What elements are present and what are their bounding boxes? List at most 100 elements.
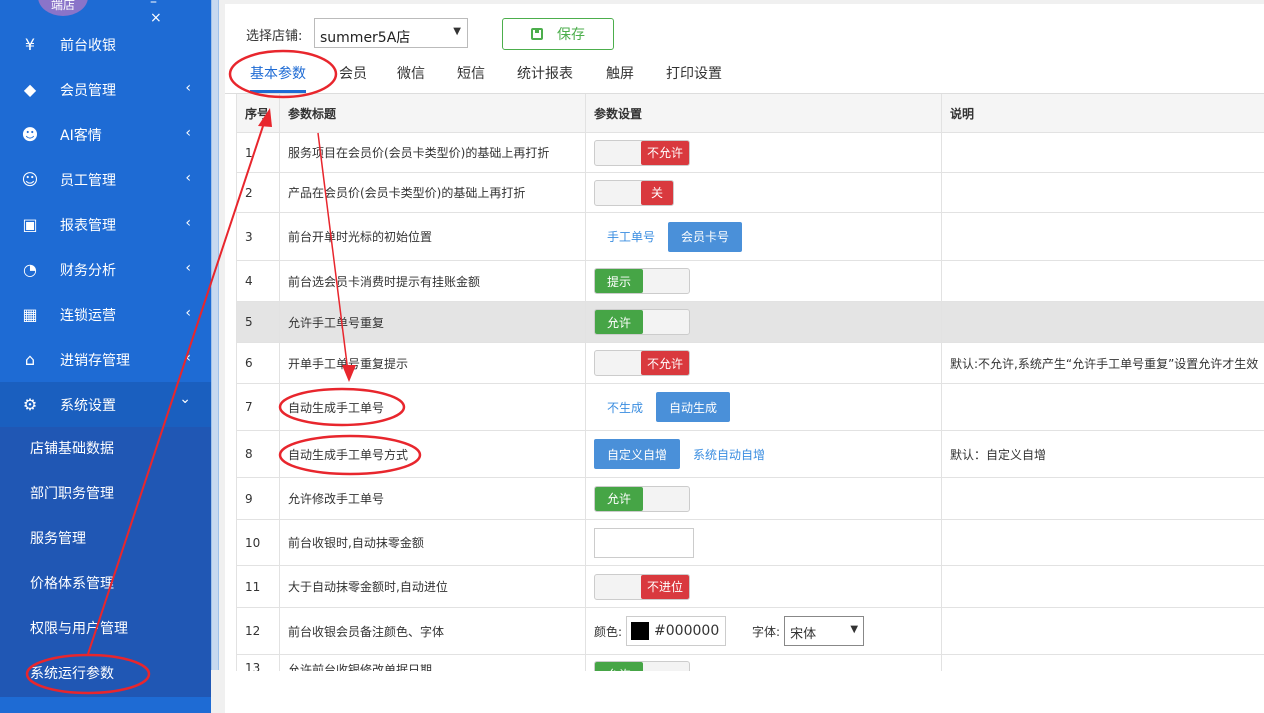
nav-item-reports[interactable]: ▣ 报表管理 ‹ [0,202,211,247]
minimize-icon[interactable]: – [150,0,157,10]
toggle-switch[interactable]: 不允许 [594,350,690,376]
tab-basic-params[interactable]: 基本参数 [250,60,306,93]
table-row: 12 前台收银会员备注颜色、字体 颜色: #000000 字体: 宋体 ▼ [236,608,1264,655]
chevron-left-icon: ‹ [185,260,191,276]
diamond-icon: ◆ [23,80,37,99]
param-note [941,261,1264,301]
toggle-switch[interactable]: 提示 [594,268,690,294]
submenu-pricing[interactable]: 价格体系管理 [0,562,211,607]
home-icon: ⌂ [24,350,36,369]
submenu-store-basic[interactable]: 店铺基础数据 [0,427,211,472]
tab-print-settings[interactable]: 打印设置 [666,60,722,93]
param-note [941,173,1264,212]
color-font-picker: 颜色: #000000 字体: 宋体 ▼ [594,616,865,646]
toggle-switch[interactable]: 允许 [594,309,690,335]
system-settings-submenu: 店铺基础数据 部门职务管理 服务管理 价格体系管理 权限与用户管理 系统运行参数 [0,427,211,697]
option-group: 自定义自增 系统自动自增 [594,439,778,469]
chevron-left-icon: ‹ [185,125,191,141]
tab-stat-reports[interactable]: 统计报表 [517,60,573,93]
row-number: 13 [236,655,279,671]
option-group: 手工单号 会员卡号 [594,221,743,252]
option-group: 不生成 自动生成 [594,392,731,422]
nav-label: 报表管理 [60,217,116,234]
param-title: 允许手工单号重复 [279,302,585,342]
param-setting: 允许 [585,478,941,519]
store-avatar[interactable]: 端店 [38,0,88,16]
col-header: 参数标题 [279,94,585,132]
param-title: 自动生成手工单号方式 [279,431,585,477]
toggle-switch[interactable]: 不允许 [594,139,690,166]
nav-label: 进销存管理 [60,352,130,369]
tab-wechat[interactable]: 微信 [397,60,425,93]
param-setting: 不允许 [585,133,941,172]
tab-member[interactable]: 会员 [339,60,367,93]
color-input[interactable]: #000000 [626,616,727,646]
option-system-increment[interactable]: 系统自动自增 [680,439,778,469]
monitor-icon: ▣ [22,215,38,234]
nav-item-system-settings[interactable]: ⚙ 系统设置 ⌄ [0,382,211,427]
param-note [941,213,1264,260]
tab-sms[interactable]: 短信 [457,60,485,93]
nav-item-front-cashier[interactable]: ¥ 前台收银 [0,22,211,67]
nav-label: AI客情 [60,127,102,144]
nav-item-inventory[interactable]: ⌂ 进销存管理 ‹ [0,337,211,382]
row-number: 6 [236,343,279,383]
floppy-disk-icon [531,28,543,40]
toggle-label: 允许 [595,486,643,511]
toggle-label: 提示 [595,269,643,293]
param-note [941,566,1264,607]
pie-chart-icon: ◔ [23,260,37,279]
caret-down-icon: ▼ [453,26,461,37]
nav-item-chain[interactable]: ▦ 连锁运营 ‹ [0,292,211,337]
user-settings-icon: ☻ [21,125,39,144]
store-select[interactable]: summer5A店 ▼ [314,18,468,48]
toggle-switch[interactable]: 允许 [594,485,690,512]
nav-item-finance[interactable]: ◔ 财务分析 ‹ [0,247,211,292]
nav-item-member[interactable]: ◆ 会员管理 ‹ [0,67,211,112]
table-row: 1 服务项目在会员价(会员卡类型价)的基础上再打折 不允许 [236,133,1264,173]
store-label: 选择店铺: [246,29,303,44]
rounding-amount-input[interactable] [594,527,694,558]
param-setting: 颜色: #000000 字体: 宋体 ▼ [585,608,941,654]
param-setting: 允许 [585,302,941,342]
yen-icon: ¥ [24,35,36,54]
submenu-departments[interactable]: 部门职务管理 [0,472,211,517]
submenu-services[interactable]: 服务管理 [0,517,211,562]
table-row: 13 允许前台收银修改单据日期 允许 [236,655,1264,671]
toggle-label: 允许 [595,310,643,334]
submenu-system-params[interactable]: 系统运行参数 [0,652,211,697]
param-setting: 不进位 [585,566,941,607]
row-number: 7 [236,384,279,430]
submenu-permissions[interactable]: 权限与用户管理 [0,607,211,652]
color-label: 颜色: [594,624,623,639]
param-note: 默认：自定义自增 [941,431,1264,477]
nav-label: 财务分析 [60,262,116,279]
toggle-switch[interactable]: 允许 [594,661,690,671]
option-member-card[interactable]: 会员卡号 [668,221,743,252]
save-button[interactable]: 保存 [502,18,614,50]
sidebar-scrollbar[interactable] [211,0,219,670]
param-title: 前台收银时,自动抹零金额 [279,520,585,565]
option-manual-no[interactable]: 手工单号 [594,222,668,252]
table-row: 5 允许手工单号重复 允许 [236,302,1264,343]
param-title: 服务项目在会员价(会员卡类型价)的基础上再打折 [279,133,585,172]
nav-item-staff[interactable]: ☺ 员工管理 ‹ [0,157,211,202]
param-title: 允许前台收银修改单据日期 [279,655,585,671]
option-custom-increment[interactable]: 自定义自增 [594,439,681,469]
option-no-generate[interactable]: 不生成 [594,392,656,422]
toggle-label: 关 [641,180,673,205]
chevron-left-icon: ‹ [185,170,191,186]
nav-label: 系统设置 [60,397,116,414]
toggle-switch[interactable]: 不进位 [594,573,690,600]
scrollbar-thumb[interactable] [212,0,218,670]
store-select-value: summer5A店 [320,30,411,46]
param-title: 大于自动抹零金额时,自动进位 [279,566,585,607]
font-select[interactable]: 宋体 ▼ [784,616,865,646]
param-note: 默认:不允许,系统产生“允许手工单号重复”设置允许才生效 [941,343,1264,383]
gear-icon: ⚙ [22,395,38,414]
param-setting: 关 [585,173,941,212]
tab-touchscreen[interactable]: 触屏 [606,60,634,93]
option-auto-generate[interactable]: 自动生成 [656,392,731,422]
toggle-switch[interactable]: 关 [594,179,674,206]
nav-item-ai-customer[interactable]: ☻ AI客情 ‹ [0,112,211,157]
